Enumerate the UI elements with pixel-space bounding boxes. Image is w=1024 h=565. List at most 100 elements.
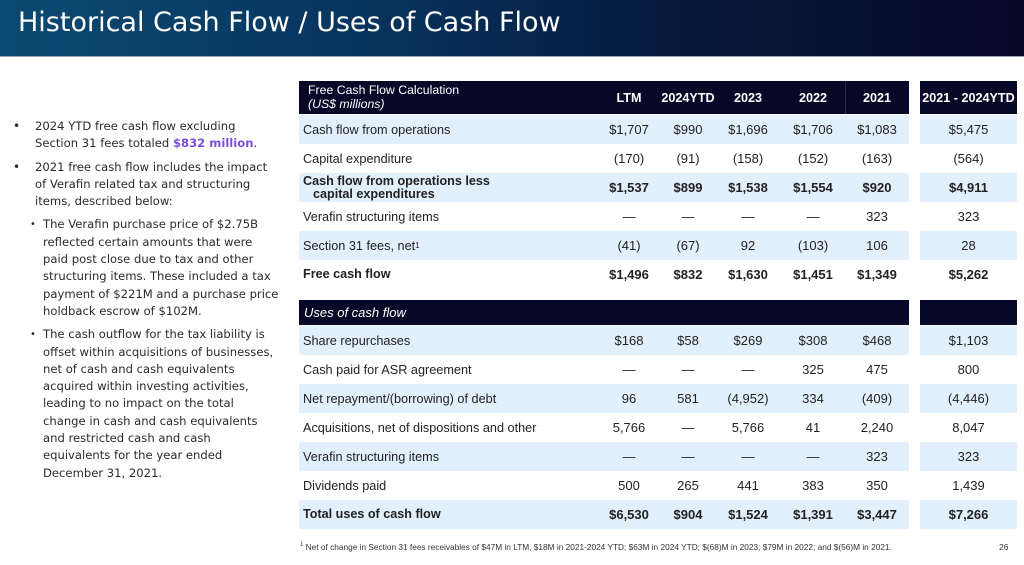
cell-value: (4,952) [727,391,769,406]
table-row: Cash flow from operations $1,707 $990 $1,69… [299,115,1017,144]
cell-value: 325 [802,362,824,377]
row-label: Net repayment/(borrowing) of debt [303,391,497,406]
cell-value: 28 [961,238,976,253]
table-row: Section 31 fees, net 1 (41) (67) 92 (103) 106 2… [299,231,1017,260]
cell-value: $4,911 [948,180,989,195]
cell-value: 441 [737,478,759,493]
table-row: Verafin structuring items — — — — 323 323 [299,442,1017,471]
row-label: Total uses of cash flow [303,507,441,521]
cell-value: $5,475 [948,122,989,137]
table-row: Total uses of cash flow $6,530 $904 $1,524 $… [299,500,1017,529]
notes-bullets: 2024 YTD free cash flow excluding Sectio… [10,118,280,488]
cell-value: (170) [613,151,645,166]
cell-value: (91) [676,151,700,166]
table-row: Cash paid for ASR agreement — — — 325 475 800 [299,355,1017,384]
cell-value: $58 [677,333,699,348]
cell-value: — [622,449,636,464]
cell-value: $1,451 [793,267,833,282]
cell-value: $6,530 [609,507,649,522]
cell-value: $1,554 [793,180,833,195]
cell-value: $1,630 [728,267,768,282]
cell-value: (103) [797,238,829,253]
slide-header: Historical Cash Flow / Uses of Cash Flow [0,0,1024,57]
column-header: 2022 [798,90,828,105]
page-number: 26 [999,542,1009,552]
cell-value: (67) [676,238,700,253]
column-header: 2024 YTD [661,90,715,105]
cell-value: $1,706 [793,122,833,137]
cell-value: 323 [957,449,980,464]
row-label: Cash flow from operations less capital ex… [303,173,490,201]
uses-of-cash-flow-header: Uses of cash flow [299,300,1017,325]
cell-value: 350 [866,478,888,493]
cell-value: — [681,449,695,464]
cell-value: $990 [673,122,703,137]
cell-value: $904 [673,507,703,522]
cell-value: — [681,362,695,377]
cell-value: — [741,449,755,464]
cell-value: (41) [617,238,641,253]
cell-value: $1,696 [728,122,768,137]
cell-value: 800 [957,362,980,377]
column-header: LTM [616,90,642,105]
cell-value: $269 [733,333,763,348]
cell-value: $1,537 [609,180,649,195]
cell-value: $832 [673,267,703,282]
cell-value: $920 [862,180,892,195]
cell-value: $3,447 [857,507,897,522]
cell-value: 2,240 [860,420,894,435]
cell-value: $308 [798,333,828,348]
cell-value: — [681,420,695,435]
cell-value: — [806,449,820,464]
cell-value: 475 [866,362,888,377]
cell-value: (4,446) [947,391,990,406]
table-row: Free cash flow $1,496 $832 $1,630 $1,451 $1,3… [299,260,1017,289]
cell-value: (564) [953,151,984,166]
table-row: Cash flow from operations less capital ex… [299,173,1017,202]
cell-value: 323 [957,209,980,224]
cell-value: $1,103 [948,333,989,348]
highlight-amount: $832 million [172,136,254,151]
cell-value: $1,524 [728,507,768,522]
cell-value: — [741,362,755,377]
row-label: Capital expenditure [303,151,413,166]
cell-value: $1,391 [793,507,833,522]
cell-value: 92 [740,238,756,253]
cell-value: — [741,209,755,224]
table-row: Verafin structuring items — — — — 323 323 [299,202,1017,231]
cell-value: 1,439 [952,478,985,493]
cell-value: $1,349 [857,267,897,282]
cell-value: $7,266 [948,507,989,522]
cell-value: $1,707 [609,122,649,137]
cell-value: $468 [862,333,892,348]
bullet-item: 2021 free cash flow includes the impact … [10,159,280,211]
cell-value: 500 [618,478,640,493]
cell-value: — [622,209,636,224]
table-header: Free Cash Flow Calculation (US$ millions… [299,81,1017,114]
cell-value: (158) [732,151,764,166]
row-label: Cash flow from operations [303,122,451,137]
row-label: Share repurchases [303,333,411,348]
sub-bullet-item: The Verafin purchase price of $2.75B ref… [10,216,280,320]
cell-value: (152) [797,151,829,166]
cell-value: 265 [677,478,699,493]
cell-value: $1,538 [728,180,768,195]
table-row: Capital expenditure (170) (91) (158) (152) (1… [299,144,1017,173]
cell-value: $168 [614,333,644,348]
bullet-item: 2024 YTD free cash flow excluding Sectio… [10,118,280,153]
cell-value: 5,766 [612,420,646,435]
cell-value: 5,766 [731,420,765,435]
cell-value: 334 [802,391,824,406]
row-label: Cash paid for ASR agreement [303,362,472,377]
table-row: Dividends paid 500 265 441 383 350 1,439 [299,471,1017,500]
cell-value: $5,262 [948,267,989,282]
cell-value: 323 [866,449,888,464]
footnote: 1 Net of change in Section 31 fees recei… [300,542,892,552]
cell-value: (409) [861,391,893,406]
cell-value: $1,496 [609,267,649,282]
table-row: Acquisitions, net of dispositions and ot… [299,413,1017,442]
table-row: Net repayment/(borrowing) of debt 96 581 (4… [299,384,1017,413]
cell-value: 323 [866,209,888,224]
cell-value: 383 [802,478,824,493]
row-label: Section 31 fees, net 1 [303,238,420,253]
